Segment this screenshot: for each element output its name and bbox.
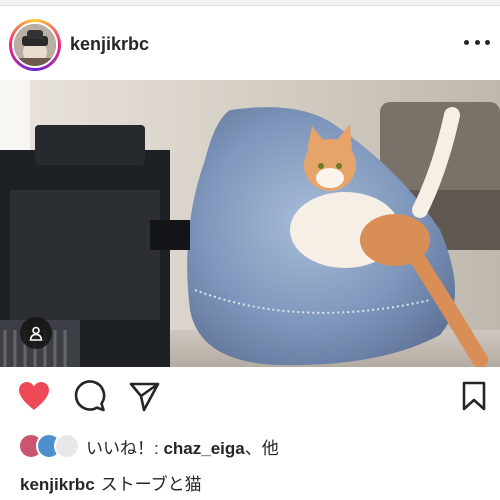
action-bar bbox=[0, 378, 500, 422]
likes-row[interactable]: いいね！: chaz_eiga、他 bbox=[18, 432, 279, 460]
more-options-icon[interactable] bbox=[464, 32, 490, 52]
post-photo[interactable] bbox=[0, 80, 500, 367]
bookmark-icon[interactable] bbox=[456, 378, 492, 414]
likes-suffix[interactable]: 、他 bbox=[245, 439, 279, 458]
top-divider bbox=[0, 0, 500, 6]
comment-bubble-icon[interactable] bbox=[72, 378, 108, 414]
post-caption: kenjikrbc ストーブと猫 bbox=[20, 470, 202, 495]
caption-username[interactable]: kenjikrbc bbox=[20, 475, 95, 494]
likes-prefix: いいね！: bbox=[86, 438, 164, 458]
post-header: kenjikrbc bbox=[0, 10, 500, 80]
heart-filled-icon[interactable] bbox=[16, 378, 52, 414]
liker-avatars bbox=[18, 433, 80, 459]
post-username[interactable]: kenjikrbc bbox=[70, 34, 149, 55]
caption-text: ストーブと猫 bbox=[100, 475, 202, 494]
paper-plane-icon[interactable] bbox=[126, 378, 162, 414]
profile-avatar[interactable] bbox=[9, 19, 61, 71]
avatar-image bbox=[12, 22, 58, 68]
likes-text: いいね！: chaz_eiga、他 bbox=[86, 434, 279, 459]
user-tag-icon[interactable] bbox=[20, 317, 52, 349]
liked-by-username[interactable]: chaz_eiga bbox=[163, 439, 244, 458]
liker-avatar bbox=[54, 433, 80, 459]
